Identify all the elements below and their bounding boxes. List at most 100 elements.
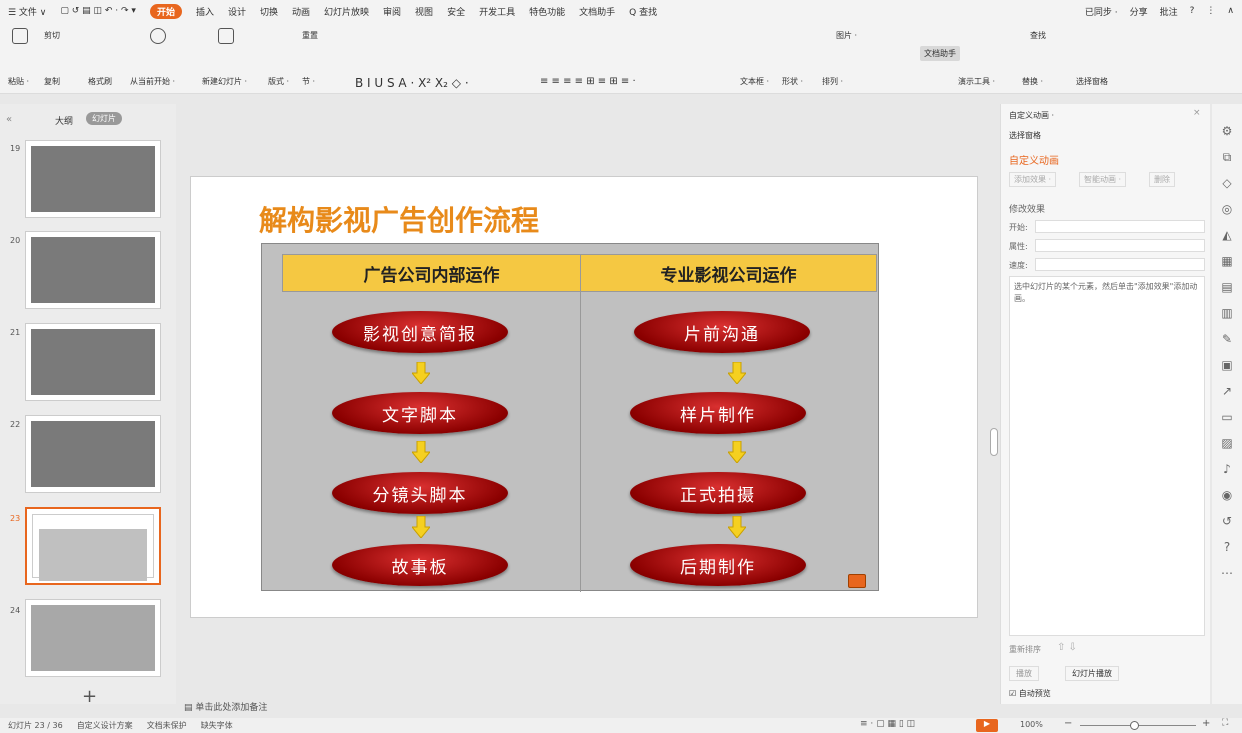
tab-design[interactable]: 设计 [228, 5, 246, 18]
font-format-icons[interactable]: B I U S A · X² X₂ ◇ · [355, 76, 469, 90]
process-table[interactable]: 广告公司内部运作 专业影视公司运作 影视创意简报 文字脚本 分镜头脚本 故事板 … [261, 243, 879, 592]
zoom-out-icon[interactable]: − [1064, 718, 1072, 729]
more-icon[interactable]: ⋮ [1206, 6, 1215, 16]
tab-doc-assistant[interactable]: 文档助手 [579, 5, 615, 18]
tab-slideshow[interactable]: 幻灯片放映 [324, 5, 369, 18]
smart-animation-button[interactable]: 智能动画 · [1079, 172, 1127, 187]
fit-window-icon[interactable]: ⛶ [1222, 718, 1228, 728]
image-icon[interactable]: ▣ [1220, 358, 1234, 372]
step-oval[interactable]: 后期制作 [630, 544, 806, 586]
panel-title[interactable]: 自定义动画 · [1009, 110, 1054, 121]
collapse-icon[interactable]: ∧ [1227, 6, 1234, 16]
textbox-button[interactable]: 文本框 · [740, 76, 769, 87]
zoom-in-icon[interactable]: + [1202, 718, 1210, 729]
tab-slides[interactable]: 幻灯片 [86, 112, 122, 125]
col1-header[interactable]: 广告公司内部运作 [282, 254, 581, 292]
demo-tool-button[interactable]: 演示工具 · [958, 76, 995, 87]
step-oval[interactable]: 分镜头脚本 [332, 472, 508, 514]
delete-button[interactable]: 删除 [1149, 172, 1175, 187]
slide-thumbnail-19[interactable] [25, 140, 161, 218]
picture-button[interactable]: 图片 · [836, 30, 857, 41]
tab-outline[interactable]: 大纲 [55, 114, 73, 127]
arrange-button[interactable]: 排列 · [822, 76, 843, 87]
select-pane-link[interactable]: 选择窗格 [1009, 130, 1041, 141]
paragraph-icons[interactable]: ≡ ≡ ≡ ≡ ⊞ ≡ ⊞ ≡ · [540, 76, 636, 87]
search-tab[interactable]: Q 查找 [629, 5, 657, 18]
slide-title[interactable]: 解构影视广告创作流程 [259, 199, 539, 239]
history-icon[interactable]: ↺ [1220, 514, 1234, 528]
new-slide-icon[interactable] [218, 28, 234, 46]
tab-transition[interactable]: 切换 [260, 5, 278, 18]
menu-file[interactable]: ☰ 文件 ∨ [8, 5, 46, 18]
tab-view[interactable]: 视图 [415, 5, 433, 18]
tab-insert[interactable]: 插入 [196, 5, 214, 18]
theme-name[interactable]: 自定义设计方案 [77, 720, 133, 731]
missing-font-status[interactable]: 缺失字体 [201, 720, 233, 731]
speed-select[interactable] [1035, 258, 1205, 271]
animation-list[interactable]: 选中幻灯片的某个元素，然后单击"添加效果"添加动画。 [1009, 276, 1205, 636]
grid-icon[interactable]: ▤ [1220, 280, 1234, 294]
embedded-object-icon[interactable] [848, 574, 866, 588]
shape-icon[interactable]: ◇ [1220, 176, 1234, 190]
pane-resize-handle[interactable] [990, 428, 998, 456]
share-icon[interactable]: ↗ [1220, 384, 1234, 398]
step-oval[interactable]: 故事板 [332, 544, 508, 586]
select-pane-button[interactable]: 选择窗格 [1076, 76, 1108, 87]
slideshow-button[interactable]: 幻灯片播放 [1065, 666, 1119, 681]
add-slide-button[interactable]: + [82, 686, 97, 707]
quick-access-icons[interactable]: ▢ ↺ ▤ ◫ ↶ · ↷ ▾ [60, 6, 136, 16]
step-oval[interactable]: 正式拍摄 [630, 472, 806, 514]
step-oval[interactable]: 影视创意简报 [332, 311, 508, 353]
help-icon[interactable]: ? [1190, 6, 1195, 16]
tab-start[interactable]: 开始 [149, 3, 182, 19]
cut-button[interactable]: 剪切 [44, 30, 60, 41]
step-oval[interactable]: 片前沟通 [634, 311, 810, 353]
section-button[interactable]: 节 · [302, 76, 315, 87]
picture-icon[interactable]: ▨ [1220, 436, 1234, 450]
edit-icon[interactable]: ✎ [1220, 332, 1234, 346]
zoom-slider-handle[interactable] [1130, 721, 1139, 730]
find-button[interactable]: 查找 [1030, 30, 1046, 41]
reorder-up-icon[interactable]: ⇧ ⇩ [1057, 642, 1077, 653]
property-select[interactable] [1035, 239, 1205, 252]
slide-thumbnail-24[interactable] [25, 599, 161, 677]
tab-security[interactable]: 安全 [447, 5, 465, 18]
start-select[interactable] [1035, 220, 1205, 233]
collapse-pane-icon[interactable]: « [6, 114, 12, 125]
new-slide-button[interactable]: 新建幻灯片 · [202, 76, 247, 87]
slide-thumbnail-22[interactable] [25, 415, 161, 493]
tab-review[interactable]: 审阅 [383, 5, 401, 18]
reset-button[interactable]: 重置 [302, 30, 318, 41]
chart-icon[interactable]: ▥ [1220, 306, 1234, 320]
settings-icon[interactable]: ⚙ [1220, 124, 1234, 138]
table-icon[interactable]: ▦ [1220, 254, 1234, 268]
comment-button[interactable]: 批注 [1160, 5, 1178, 18]
protect-status[interactable]: 文档未保护 [147, 720, 187, 731]
more-icon[interactable]: ⋯ [1220, 566, 1234, 580]
layout-button[interactable]: 版式 · [268, 76, 289, 87]
audio-icon[interactable]: ♪ [1220, 462, 1234, 476]
document-icon[interactable]: ▭ [1220, 410, 1234, 424]
col2-header[interactable]: 专业影视公司运作 [580, 254, 877, 292]
copy-icon[interactable]: ⧉ [1220, 150, 1234, 164]
close-icon[interactable]: × [1193, 108, 1201, 118]
autopreview-checkbox[interactable]: ☑ 自动预览 [1009, 688, 1051, 699]
slide-thumbnail-21[interactable] [25, 323, 161, 401]
step-oval[interactable]: 样片制作 [630, 392, 806, 434]
play-icon[interactable] [150, 28, 166, 46]
play-button[interactable]: 播放 [1009, 666, 1039, 681]
copy-button[interactable]: 复制 [44, 76, 60, 87]
slide-thumbnail-20[interactable] [25, 231, 161, 309]
location-icon[interactable]: ◎ [1220, 202, 1234, 216]
add-effect-button[interactable]: 添加效果 · [1009, 172, 1057, 187]
format-painter-button[interactable]: 格式刷 [88, 76, 112, 87]
shape-button[interactable]: 形状 · [782, 76, 803, 87]
share-button[interactable]: 分享 [1130, 5, 1148, 18]
from-current-button[interactable]: 从当前开始 · [130, 76, 175, 87]
record-icon[interactable]: ◉ [1220, 488, 1234, 502]
notes-area[interactable]: ▤ 单击此处添加备注 [180, 696, 990, 716]
zoom-level[interactable]: 100% [1020, 720, 1043, 729]
slide-thumbnail-23[interactable] [25, 507, 161, 585]
tab-developer[interactable]: 开发工具 [479, 5, 515, 18]
paste-button[interactable]: 粘贴 · [8, 76, 29, 87]
